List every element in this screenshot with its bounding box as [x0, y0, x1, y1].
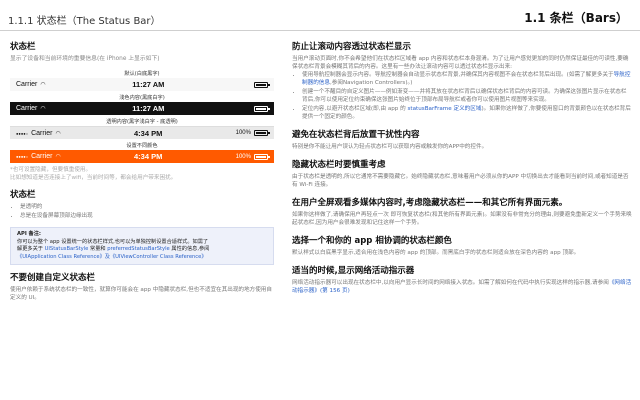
- class-reference-link[interactable]: 《UIApplication Class Reference》及《UIViewC…: [17, 254, 267, 262]
- fullscreen-media-heading: 在用户全屏观看多媒体内容时,考虑隐藏状态栏——和其它所有界面元素。: [292, 198, 568, 208]
- carrier-label: Carrier: [16, 105, 38, 112]
- hide-carefully-text: 由于状态栏是透明的,所以它通常不需要隐藏它。始终隐藏状态栏,意味着用户必须从你的…: [292, 174, 629, 188]
- no-custom-status-bar-heading: 不要创建自定义状态栏: [10, 273, 96, 283]
- list-item: 是透明的: [20, 203, 274, 211]
- battery-percent: 100%: [235, 153, 251, 160]
- battery-icon: [253, 81, 270, 88]
- status-bar-time: 11:27 AM: [132, 104, 165, 113]
- network-indicator-text: 网络活动指示器可以出现在状态栏中,以向用户显示长时间的网络接入状态。如需了解如何…: [292, 279, 632, 295]
- status-bar-heading: 状态栏: [10, 42, 36, 52]
- carrier-indicator: Carrier ◠: [16, 81, 46, 88]
- prevent-scroll-bullets: 使用导航控制器会显示内容。导航控制器会自动显示状态栏背景,并确保其内容视图不会在…: [292, 71, 632, 121]
- api-note: API 备注: 你可以为整个 app 设置统一的状态栏样式,也可以为单独控制设置…: [10, 227, 274, 265]
- network-indicator-heading: 适当的时候,显示网络活动指示器: [292, 266, 415, 276]
- network-indicator-body: 网络活动指示器可以出现在状态栏中,以向用户显示长时间的网络接入状态。如需了解如何…: [292, 280, 609, 286]
- list-item-text: 使用导航控制器会显示内容。导航控制器会自动显示状态栏背景,并确保其内容视图不会在…: [302, 72, 614, 78]
- list-item-text: 定位内容,以避开状态栏区域(即,由 app 的: [302, 106, 408, 112]
- status-bar-example: Carrier ◠ 11:27 AM: [10, 102, 274, 115]
- api-note-line1: 你可以为整个 app 设置统一的状态栏样式,也可以为单独控制设置合适样式。如需了: [17, 238, 209, 245]
- avoid-distracting-text: 特别是你不能让用户误认为轻点状态栏可以获取内容或触发你的APP中的控件。: [292, 144, 488, 150]
- status-bar-subtitle: 显示了设备和当前环境的重要信息(在 iPhone 上显示如下): [10, 56, 160, 62]
- status-bar-caption: 默认(白底黑字): [124, 71, 160, 77]
- status-bar-caption: 设置不同颜色: [126, 143, 158, 149]
- no-custom-status-bar-text: 使用户依赖于系统状态栏的一致性，就算你可能会在 app 中隐藏状态栏,但也不适宜…: [10, 287, 272, 301]
- api-note-text: 解更多关于: [17, 246, 45, 252]
- left-column: 状态栏 显示了设备和当前环境的重要信息(在 iPhone 上显示如下) 默认(白…: [10, 42, 274, 309]
- status-bar-time: 11:27 AM: [132, 80, 165, 89]
- wifi-icon: ◠: [55, 154, 61, 160]
- signal-strength-icon: ●●●●○: [16, 154, 29, 159]
- list-item: 创建一个不醒目的自定义图片——例如渐变——并将其放在状态栏背后以确保状态栏背后的…: [302, 88, 632, 104]
- carrier-indicator: ●●●●○ Carrier ◠: [16, 130, 61, 137]
- battery-indicator: [251, 105, 270, 112]
- prevent-scroll-intro: 当用户滚动页面时,你不会希望他们在状态栏区域看 app 内容和状态栏本身混淆。为…: [292, 56, 629, 70]
- wifi-icon: ◠: [40, 106, 46, 112]
- carrier-label: Carrier: [31, 153, 53, 160]
- status-bar-time: 4:34 PM: [134, 128, 163, 138]
- carrier-label: Carrier: [16, 81, 38, 88]
- battery-indicator: 100%: [235, 153, 270, 160]
- status-bar-examples: 默认(白底黑字) Carrier ◠ 11:27 AM 浅色内容(黑底白字) Carrie…: [10, 70, 274, 163]
- hide-carefully-heading: 隐藏状态栏时要慎重考虑: [292, 160, 386, 170]
- status-bar-example: Carrier ◠ 11:27 AM: [10, 78, 274, 91]
- api-note-text: 常量和: [88, 246, 108, 252]
- battery-indicator: [251, 81, 270, 88]
- carrier-indicator: ●●●●○ Carrier ◠: [16, 153, 61, 160]
- header-right-title: 1.1 条栏（Bars）: [524, 11, 628, 25]
- preferredstatusbarstyle-link[interactable]: preferredStatusBarStyle: [107, 246, 170, 252]
- battery-indicator: 100%: [235, 130, 270, 136]
- battery-icon: [253, 130, 270, 136]
- carrier-indicator: Carrier ◠: [16, 105, 46, 112]
- status-bar-example: ●●●●○ Carrier ◠ 4:34 PM 100%: [10, 126, 274, 139]
- choose-color-heading: 选择一个和你的 app 相协调的状态栏颜色: [292, 236, 452, 246]
- choose-color-text: 默认样式以白底黑字显示,适合用在浅色内容的 app 的顶部。而黑底白字的状态栏则…: [292, 250, 580, 256]
- prevent-scroll-heading: 防止让滚动内容透过状态栏显示: [292, 42, 412, 52]
- status-bar-footnote: *也可设置隐藏，但要慎重使用。 比如想知道是否连接上了wifi，当前时间等，都会给…: [10, 167, 177, 181]
- list-item-text: 创建一个不醒目的自定义图片——例如渐变——并将其放在状态栏背后以确保状态栏背后的…: [302, 89, 627, 103]
- battery-icon: [253, 153, 270, 160]
- inline-link[interactable]: statusBarFrame 定义的区域: [408, 106, 482, 112]
- avoid-distracting-heading: 避免在状态栏背后放置干扰性内容: [292, 130, 420, 140]
- api-note-text: 属性的信息,参阅: [169, 246, 210, 252]
- api-note-title: API 备注:: [17, 231, 42, 237]
- status-bar-caption: 浅色内容(黑底白字): [119, 95, 165, 101]
- uistatusbarstyle-link[interactable]: UIStatusBarStyle: [45, 246, 89, 252]
- header-left-title: 1.1.1 状态栏（The Status Bar）: [8, 16, 161, 27]
- status-bar-example: ●●●●○ Carrier ◠ 4:34 PM 100%: [10, 150, 274, 163]
- list-item: 总是在设备屏幕顶部边缘出现: [20, 212, 274, 220]
- list-item-text: ,参阅Navigation Controllers)。): [329, 80, 413, 86]
- list-item: 使用导航控制器会显示内容。导航控制器会自动显示状态栏背景,并确保其内容视图不会在…: [302, 71, 632, 87]
- battery-icon: [253, 105, 270, 112]
- status-bar-bullets: 是透明的总是在设备屏幕顶部边缘出现: [10, 203, 274, 220]
- carrier-label: Carrier: [31, 129, 53, 137]
- wifi-icon: ◠: [40, 82, 46, 88]
- header-divider: [0, 30, 640, 31]
- api-note-line2: 解更多关于 UIStatusBarStyle 常量和 preferredStat…: [17, 246, 267, 254]
- list-item: 定位内容,以避开状态栏区域(即,由 app 的 statusBarFrame 定…: [302, 105, 632, 121]
- signal-strength-icon: ●●●●○: [16, 130, 29, 136]
- status-bar-heading-2: 状态栏: [10, 190, 36, 200]
- status-bar-caption: 透明内容(黑字浅白字 - 底透明): [106, 119, 178, 125]
- right-column: 防止让滚动内容透过状态栏显示 当用户滚动页面时,你不会希望他们在状态栏区域看 a…: [292, 42, 632, 304]
- wifi-icon: ◠: [55, 130, 61, 137]
- status-bar-time: 4:34 PM: [134, 152, 163, 161]
- battery-percent: 100%: [235, 130, 251, 136]
- fullscreen-media-text: 如果你这样做了,请确保用户再轻点一次 即可恢复状态栏(和其他所有界面元素)。如果…: [292, 212, 632, 226]
